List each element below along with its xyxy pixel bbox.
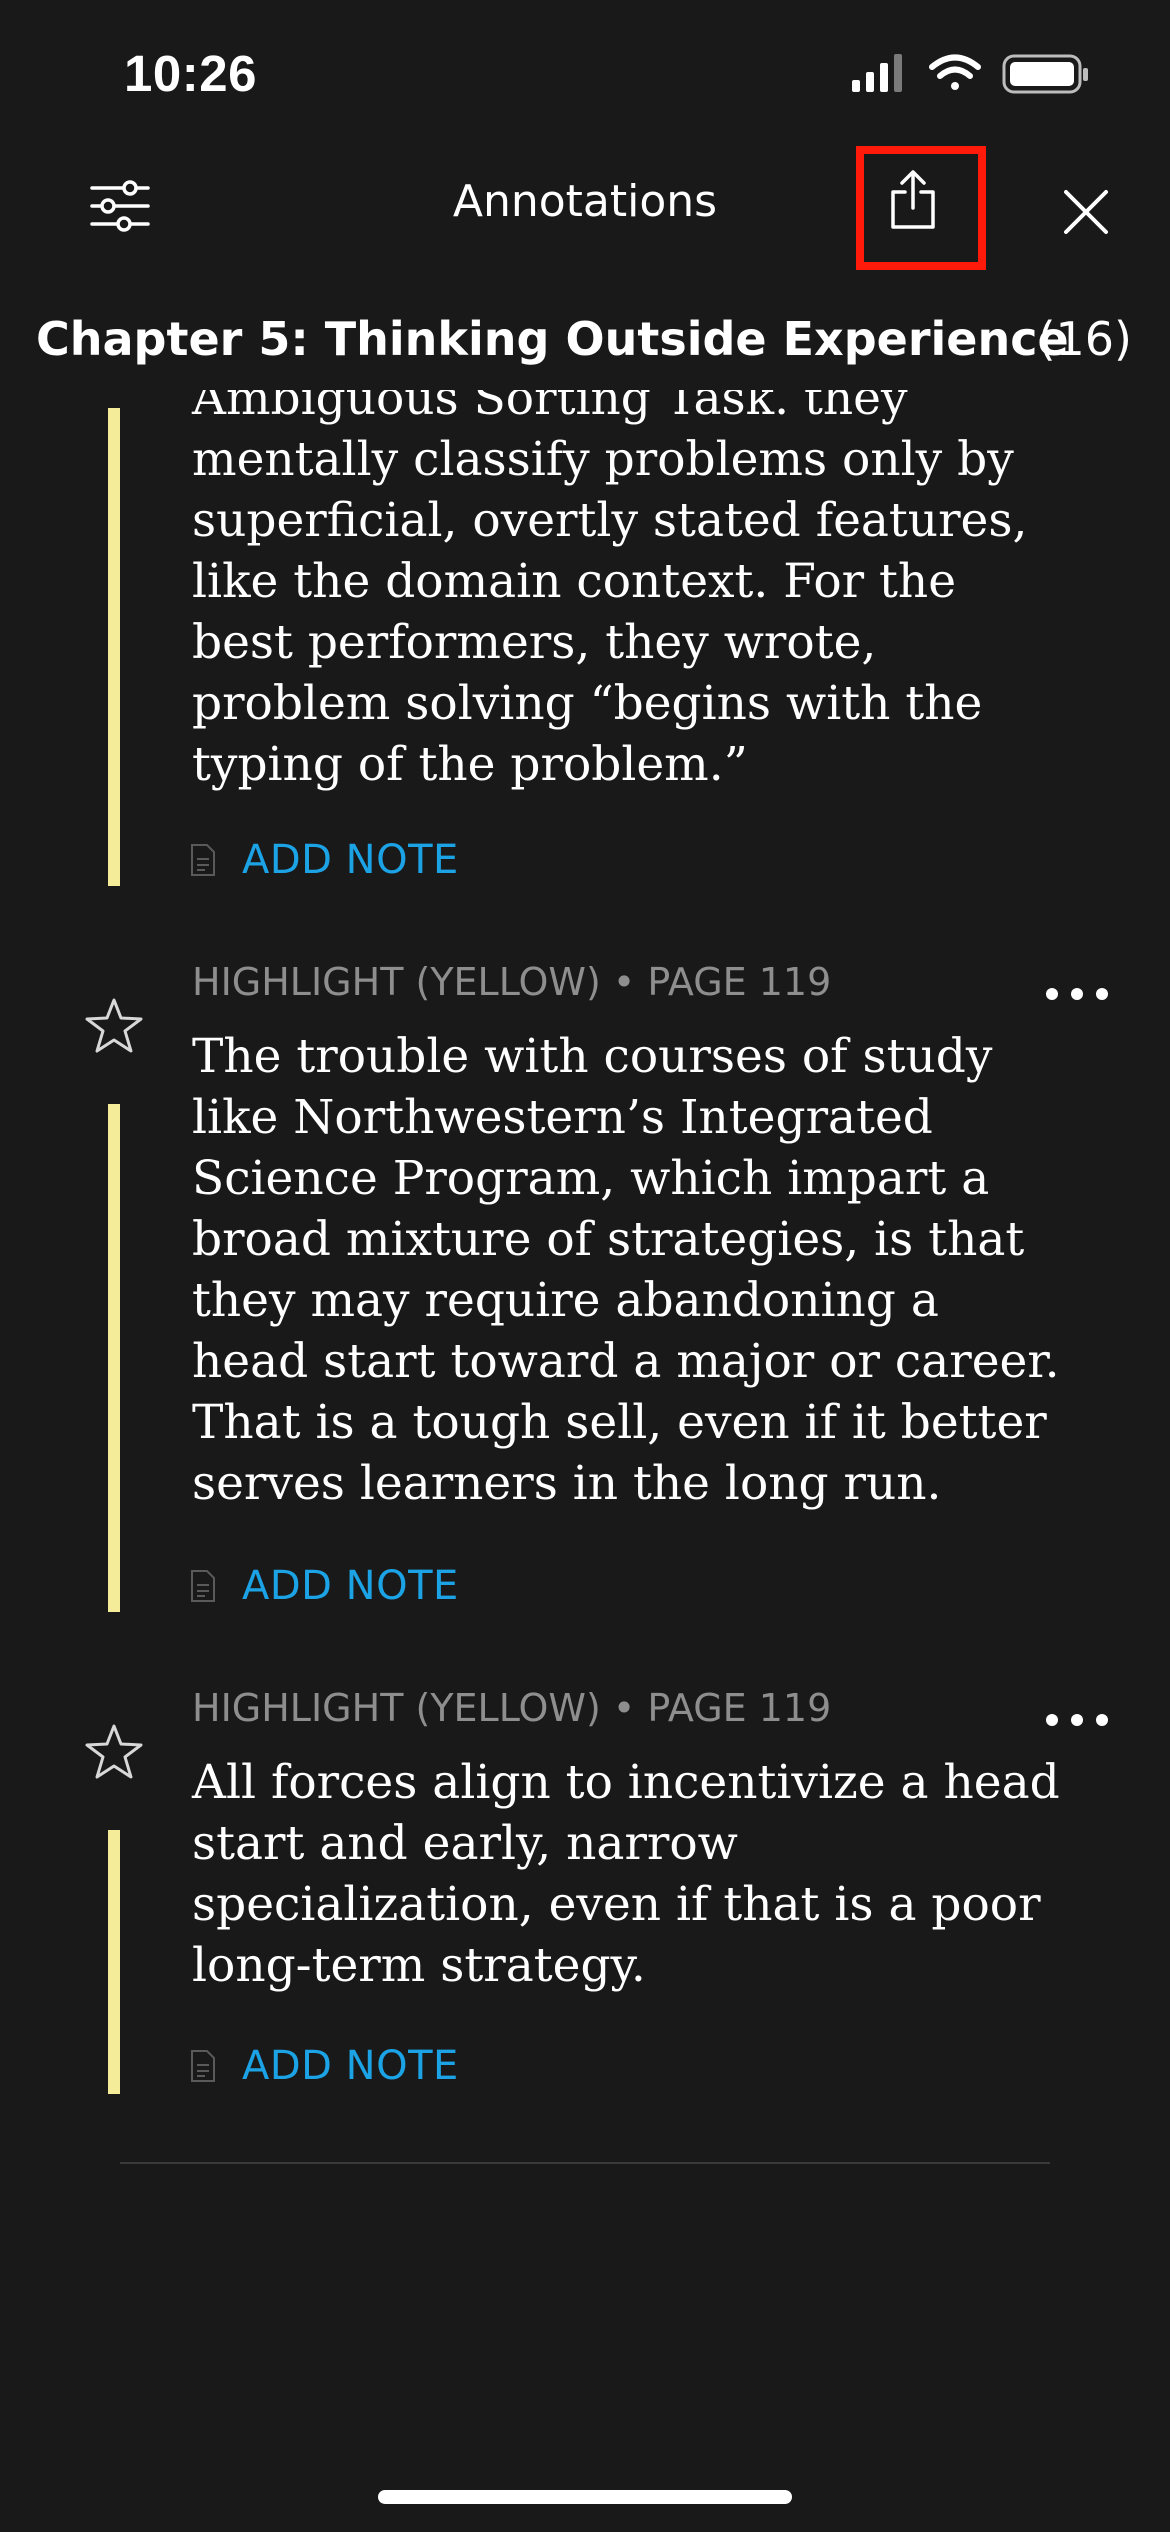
more-options-icon[interactable] (1044, 984, 1110, 1004)
annotation-count: (16) (1037, 312, 1132, 366)
highlight-line: serves learners in the long run. (192, 1456, 942, 1511)
highlight-line: Science Program, which impart a (192, 1151, 990, 1206)
highlight-text[interactable]: Ambiguous Sorting Task. they mentally cl… (192, 368, 1052, 795)
note-icon (191, 2050, 215, 2082)
highlight-color-bar (108, 408, 120, 886)
share-button[interactable] (856, 146, 986, 270)
highlight-text[interactable]: The trouble with courses of study like N… (192, 1026, 1060, 1514)
note-icon (191, 844, 215, 876)
star-icon[interactable] (84, 1722, 144, 1782)
highlight-meta: HIGHLIGHT (YELLOW) • PAGE 119 (192, 960, 832, 1004)
add-note-button[interactable]: ADD NOTE (190, 2036, 459, 2096)
add-note-button[interactable]: ADD NOTE (190, 1556, 459, 1616)
highlight-line: they may require abandoning a (192, 1273, 939, 1328)
highlight-line: like the domain context. For the (192, 554, 957, 609)
highlight-line: start and early, narrow (192, 1816, 738, 1871)
home-indicator[interactable] (378, 2490, 792, 2504)
share-icon (891, 170, 935, 229)
add-note-label: ADD NOTE (242, 2043, 459, 2089)
add-note-label: ADD NOTE (242, 837, 459, 883)
highlight-line: best performers, they wrote, (192, 615, 877, 670)
status-icons (852, 54, 1088, 94)
highlight-line: like Northwestern’s Integrated (192, 1090, 933, 1145)
highlight-line: All forces align to incentivize a head (192, 1755, 1060, 1810)
star-icon[interactable] (84, 996, 144, 1056)
cellular-signal-icon (852, 54, 902, 92)
highlight-line: The trouble with courses of study (192, 1029, 993, 1084)
highlight-meta: HIGHLIGHT (YELLOW) • PAGE 119 (192, 1686, 832, 1730)
close-button[interactable] (1046, 172, 1126, 252)
more-options-icon[interactable] (1044, 1710, 1110, 1730)
page-title: Annotations (452, 176, 718, 227)
add-note-button[interactable]: ADD NOTE (190, 830, 459, 890)
highlight-line: That is a tough sell, even if it better (192, 1395, 1047, 1450)
highlight-color-bar (108, 1830, 120, 2094)
highlight-line: broad mixture of strategies, is that (192, 1212, 1025, 1267)
status-time: 10:26 (124, 45, 257, 102)
add-note-label: ADD NOTE (242, 1563, 459, 1609)
highlight-line: head start toward a major or career. (192, 1334, 1060, 1389)
battery-icon (1002, 54, 1088, 94)
close-icon (1064, 190, 1108, 234)
highlight-line: problem solving “begins with the (192, 676, 983, 731)
highlight-line: long-term strategy. (192, 1938, 646, 1993)
highlight-line: specialization, even if that is a poor (192, 1877, 1041, 1932)
list-divider (120, 2162, 1050, 2164)
highlight-line: typing of the problem.” (192, 737, 748, 792)
chapter-title: Chapter 5: Thinking Outside Experience (36, 312, 1069, 366)
highlight-line: superficial, overtly stated features, (192, 493, 1028, 548)
chapter-header[interactable]: Chapter 5: Thinking Outside Experience (… (0, 290, 1170, 390)
highlight-line: mentally classify problems only by (192, 432, 1014, 487)
wifi-icon (929, 54, 981, 90)
note-icon (191, 1570, 215, 1602)
highlight-color-bar (108, 1104, 120, 1612)
highlight-text[interactable]: All forces align to incentivize a head s… (192, 1752, 1060, 1996)
